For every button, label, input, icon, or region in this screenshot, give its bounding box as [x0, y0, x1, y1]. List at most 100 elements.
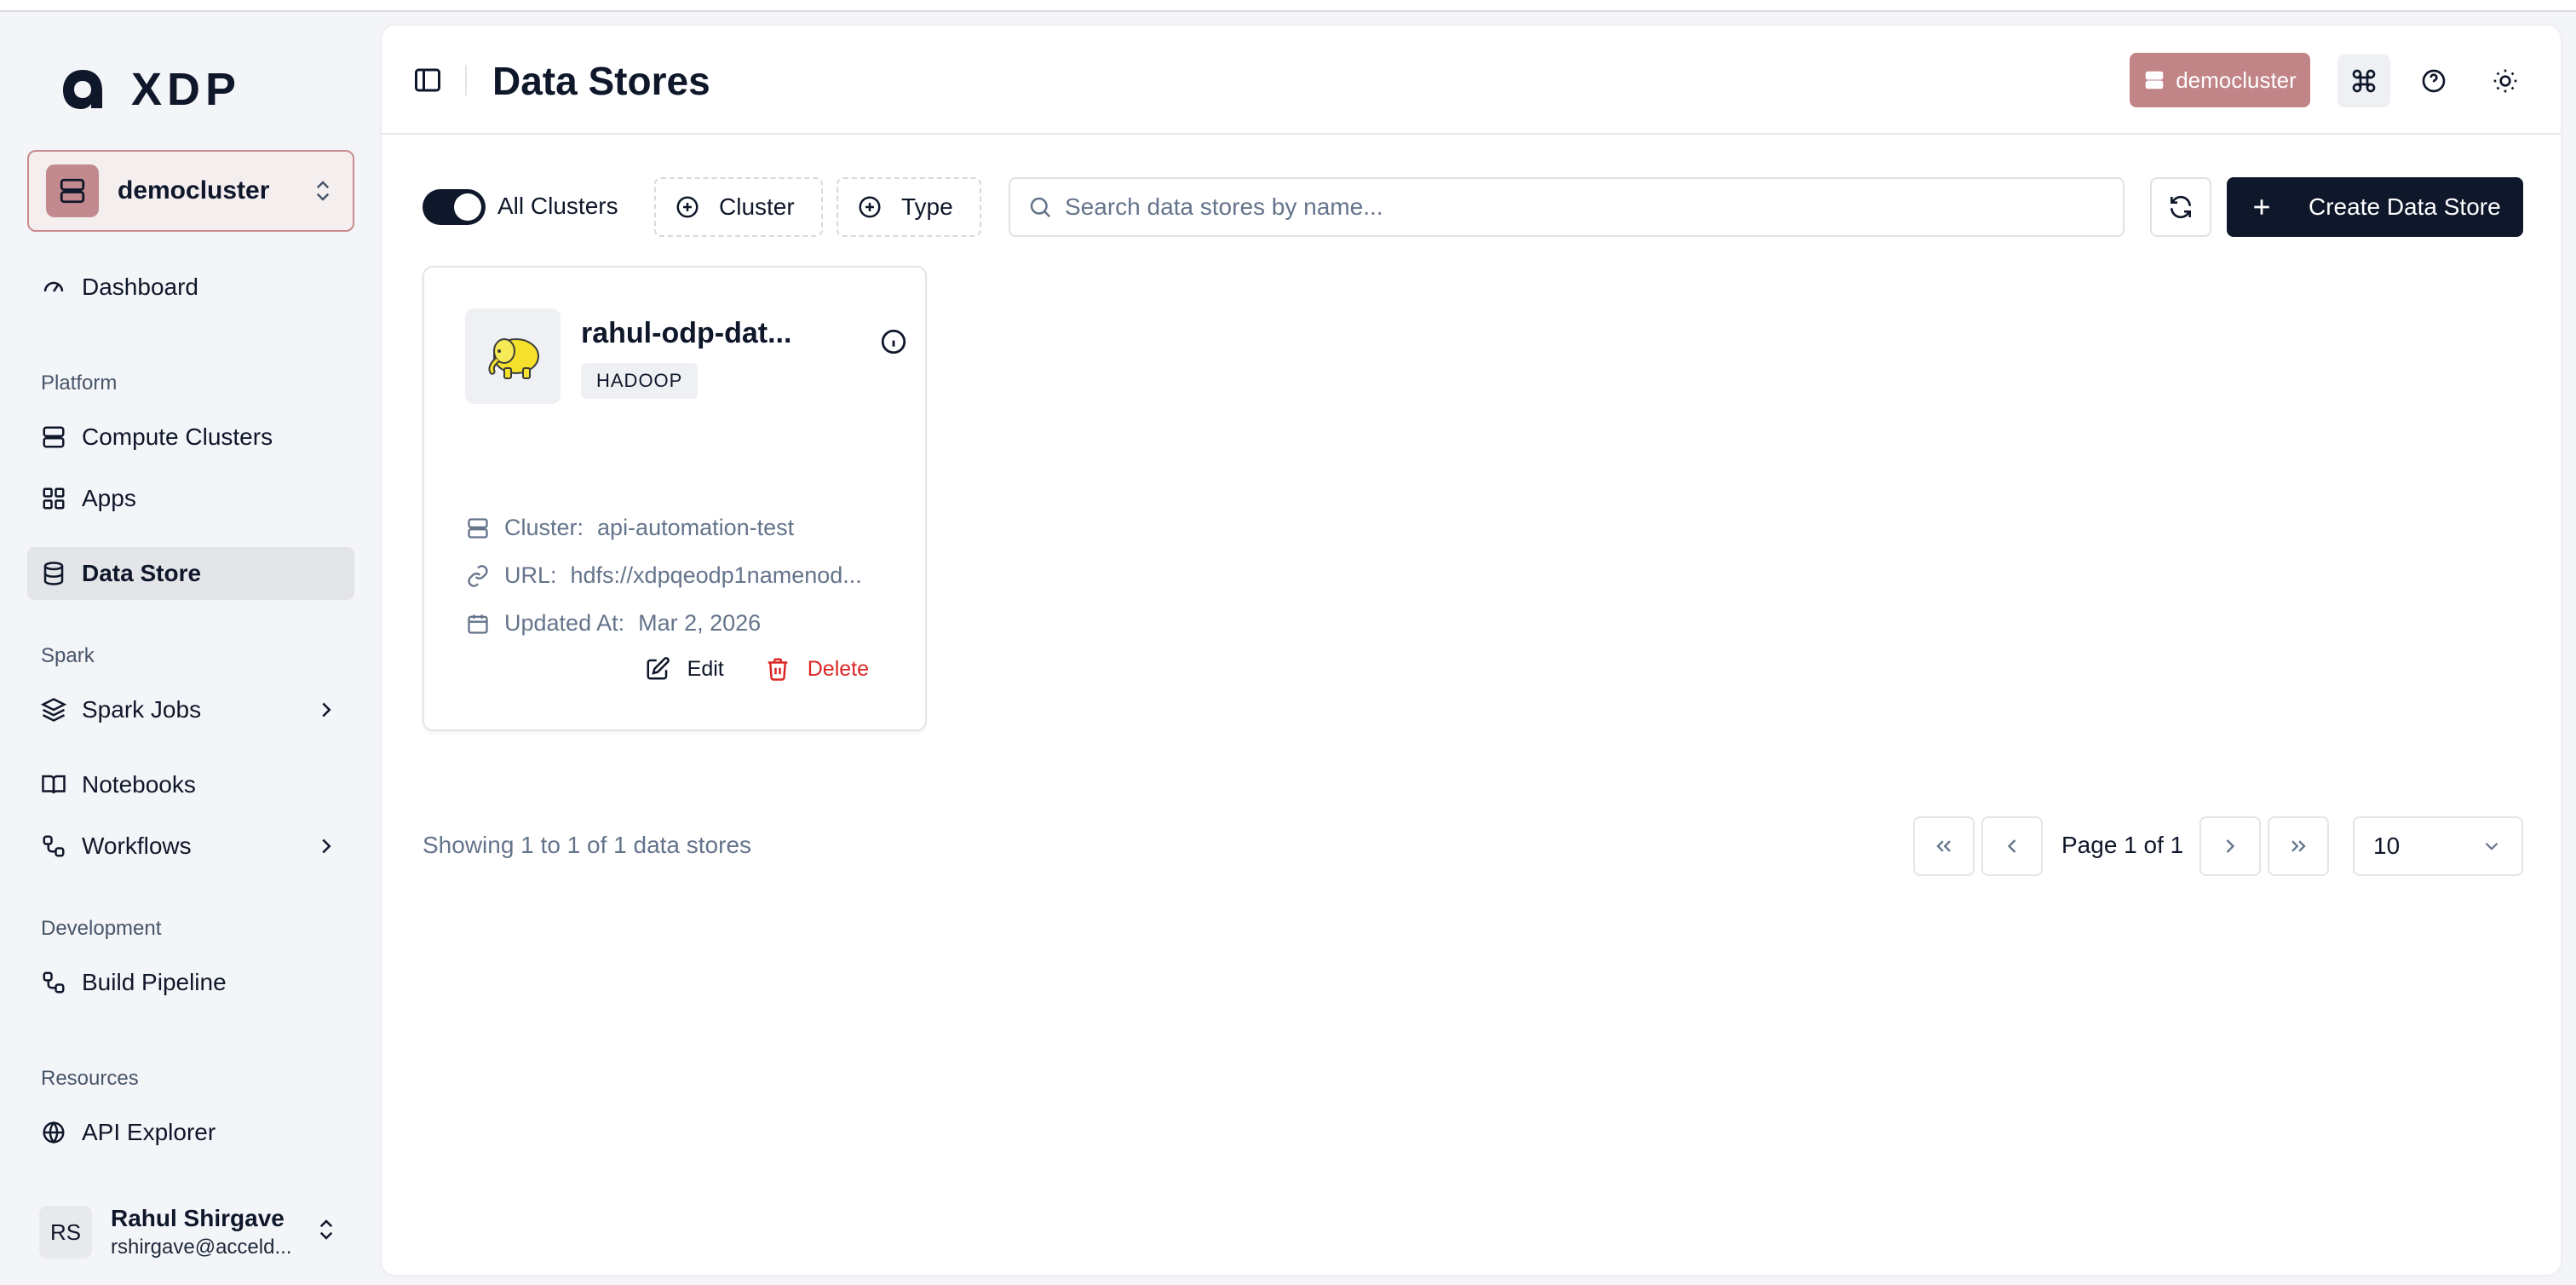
sidebar-item-api-explorer[interactable]: API Explorer: [27, 1106, 354, 1159]
sidebar-item-label: Data Store: [82, 560, 202, 586]
sidebar: XDP democluster Dashboard Platform Compu…: [0, 14, 380, 1285]
user-menu[interactable]: RS Rahul Shirgave rshirgave@acceld...: [27, 1195, 354, 1270]
plus-circle-icon: [859, 196, 881, 218]
type-filter-label: Type: [901, 193, 953, 220]
sidebar-item-label: Workflows: [82, 833, 192, 859]
info-icon[interactable]: [879, 327, 908, 356]
next-page-button[interactable]: [2199, 816, 2261, 876]
globe-icon: [39, 1118, 68, 1147]
cluster-switcher-label: democluster: [118, 176, 270, 205]
sidebar-item-compute-clusters[interactable]: Compute Clusters: [27, 411, 354, 464]
card-url-label: URL:: [504, 562, 557, 588]
sidebar-item-build-pipeline[interactable]: Build Pipeline: [27, 956, 354, 1009]
edit-label: Edit: [687, 656, 724, 681]
book-open-icon: [39, 770, 68, 799]
plus-circle-icon: [676, 196, 699, 218]
theme-toggle-button[interactable]: [2479, 55, 2532, 107]
server-icon: [465, 516, 491, 541]
plus-icon: [2254, 199, 2269, 215]
sidebar-item-apps[interactable]: Apps: [27, 472, 354, 525]
database-icon: [39, 559, 68, 588]
sidebar-item-workflows[interactable]: Workflows: [27, 820, 354, 873]
all-clusters-toggle[interactable]: [423, 189, 486, 225]
data-store-type-badge: HADOOP: [581, 363, 699, 399]
card-cluster-label: Cluster:: [504, 515, 584, 540]
trash-icon: [768, 658, 787, 681]
sidebar-item-label: Spark Jobs: [82, 696, 202, 723]
data-store-name: rahul-odp-dat...: [581, 317, 792, 349]
command-palette-button[interactable]: [2337, 55, 2390, 107]
chevron-right-icon: [2226, 839, 2235, 853]
search-icon: [1030, 197, 1051, 218]
page-size-select[interactable]: 10: [2353, 816, 2523, 876]
main-panel: Data Stores democluster All Clusters Clu…: [382, 26, 2561, 1275]
create-data-store-button[interactable]: Create Data Store: [2227, 177, 2523, 237]
link-icon: [465, 563, 491, 589]
calendar-icon: [465, 611, 491, 637]
user-email: rshirgave@acceld...: [111, 1236, 292, 1259]
create-data-store-label: Create Data Store: [2309, 193, 2501, 220]
chevron-down-icon: [2485, 842, 2498, 850]
layers-icon: [39, 695, 68, 724]
edit-icon: [647, 657, 670, 680]
cluster-badge-label: democluster: [2176, 66, 2297, 93]
delete-label: Delete: [807, 656, 869, 681]
server-icon: [39, 423, 68, 452]
brand-logo-icon: [63, 70, 102, 109]
chevron-right-icon: [322, 702, 331, 717]
section-label-platform: Platform: [41, 372, 118, 395]
data-store-card[interactable]: rahul-odp-dat... HADOOP Cluster: api-aut…: [423, 266, 927, 731]
server-icon: [2145, 71, 2164, 89]
workflow-icon: [39, 832, 68, 861]
sidebar-item-dashboard[interactable]: Dashboard: [27, 261, 354, 314]
sidebar-item-notebooks[interactable]: Notebooks: [27, 758, 354, 811]
card-cluster-value: api-automation-test: [597, 515, 795, 540]
cluster-badge[interactable]: democluster: [2130, 53, 2310, 107]
brand[interactable]: XDP: [60, 63, 241, 116]
chevrons-up-down-icon: [319, 1219, 333, 1240]
all-clusters-label: All Clusters: [497, 193, 618, 219]
brand-name: XDP: [131, 64, 242, 115]
section-label-development: Development: [41, 917, 162, 940]
search-input[interactable]: [1065, 193, 2087, 221]
sidebar-item-label: Dashboard: [82, 274, 198, 300]
refresh-icon: [2171, 195, 2191, 219]
hadoop-elephant-icon: [465, 308, 561, 404]
type-filter-button[interactable]: Type: [837, 177, 981, 237]
sidebar-item-label: Compute Clusters: [82, 424, 273, 450]
header-divider: [465, 65, 467, 95]
card-cluster-row: Cluster: api-automation-test: [465, 515, 794, 541]
cluster-switcher[interactable]: democluster: [27, 150, 354, 232]
help-circle-icon: [2422, 69, 2446, 93]
results-summary: Showing 1 to 1 of 1 data stores: [423, 832, 752, 858]
help-button[interactable]: [2407, 55, 2460, 107]
chevron-left-icon: [2007, 839, 2016, 853]
page-size-value: 10: [2373, 833, 2401, 859]
toggle-knob: [454, 193, 481, 221]
command-icon: [2352, 69, 2376, 93]
card-updated-label: Updated At:: [504, 610, 625, 636]
gauge-icon: [39, 273, 68, 302]
card-updated-value: Mar 2, 2026: [638, 610, 762, 636]
sidebar-toggle-icon[interactable]: [412, 65, 443, 95]
sidebar-item-label: Apps: [82, 485, 136, 511]
section-label-spark: Spark: [41, 644, 95, 667]
refresh-button[interactable]: [2150, 177, 2211, 237]
chevrons-right-icon: [2291, 840, 2306, 852]
grid-icon: [39, 484, 68, 513]
sun-icon: [2493, 69, 2517, 93]
last-page-button[interactable]: [2268, 816, 2329, 876]
chevrons-left-icon: [1936, 840, 1951, 852]
delete-button[interactable]: Delete: [765, 656, 869, 682]
page-title: Data Stores: [492, 59, 710, 103]
card-actions: Edit Delete: [645, 656, 869, 682]
first-page-button[interactable]: [1913, 816, 1975, 876]
edit-button[interactable]: Edit: [645, 656, 724, 682]
prev-page-button[interactable]: [1981, 816, 2043, 876]
sidebar-item-spark-jobs[interactable]: Spark Jobs: [27, 683, 354, 736]
sidebar-item-data-store[interactable]: Data Store: [27, 547, 354, 600]
user-name: Rahul Shirgave: [111, 1205, 285, 1231]
cluster-filter-button[interactable]: Cluster: [654, 177, 823, 237]
server-icon: [46, 164, 99, 217]
page-indicator: Page 1 of 1: [2061, 832, 2184, 858]
